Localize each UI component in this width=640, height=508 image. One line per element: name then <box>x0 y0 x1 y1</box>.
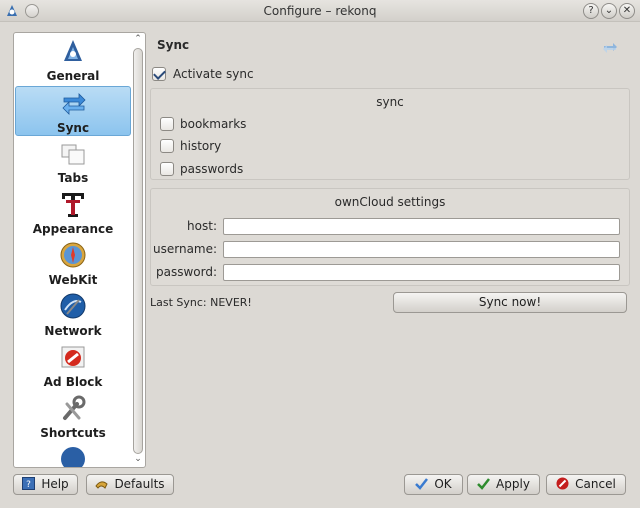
sidebar-item-label: Ad Block <box>43 375 103 389</box>
apply-button[interactable]: Apply <box>467 474 540 495</box>
apply-check-icon <box>477 478 491 490</box>
help-icon: ? <box>22 477 36 490</box>
sync-page-icon <box>603 43 617 53</box>
sidebar-item-general[interactable]: General <box>15 35 131 85</box>
sidebar-item-shortcuts[interactable]: Shortcuts <box>15 392 131 442</box>
defaults-icon <box>95 481 109 489</box>
password-label: password: <box>155 265 217 279</box>
scroll-up-icon[interactable]: ⌃ <box>132 34 144 46</box>
window-title: Configure – rekonq <box>263 4 377 18</box>
defaults-button[interactable]: Defaults <box>86 474 174 495</box>
sidebar-item-label: Appearance <box>32 222 114 236</box>
ok-check-icon <box>415 478 429 490</box>
help-title-button[interactable]: ? <box>583 3 599 19</box>
cancel-button-label: Cancel <box>575 477 616 491</box>
compass-icon <box>60 242 86 268</box>
cancel-button[interactable]: Cancel <box>546 474 626 495</box>
passwords-label: passwords <box>180 162 244 176</box>
scroll-down-icon[interactable]: ⌄ <box>132 454 144 466</box>
activate-sync-checkbox[interactable] <box>152 67 166 81</box>
sidebar-item-label: Shortcuts <box>40 426 106 440</box>
tools-icon <box>63 395 86 420</box>
settings-page-list[interactable]: General Sync Tabs Appearance WebKit Netw… <box>13 32 146 468</box>
ok-button-label: OK <box>434 477 452 491</box>
help-button-label: Help <box>41 477 69 491</box>
host-label: host: <box>187 219 217 233</box>
sidebar-item-webkit[interactable]: WebKit <box>15 239 131 289</box>
sidebar-item-sync[interactable]: Sync <box>15 86 131 136</box>
sidebar-item-tabs[interactable]: Tabs <box>15 137 131 187</box>
username-label: username: <box>153 242 218 256</box>
partial-globe-icon <box>61 447 85 467</box>
close-button[interactable]: ✕ <box>619 3 635 19</box>
passwords-checkbox[interactable] <box>160 162 174 176</box>
title-bar: Configure – rekonq ? ⌄ ✕ <box>0 0 640 22</box>
bookmarks-label: bookmarks <box>180 117 247 131</box>
apply-button-label: Apply <box>496 477 530 491</box>
tabs-icon <box>61 144 85 165</box>
activate-sync-label: Activate sync <box>173 67 254 81</box>
network-globe-icon <box>60 293 86 319</box>
help-button[interactable]: ? Help <box>13 474 78 495</box>
sidebar-item-label: WebKit <box>48 273 98 287</box>
sidebar-item-label: Tabs <box>57 171 89 185</box>
sidebar-item-label: General <box>46 69 100 83</box>
sync-arrows-icon <box>62 93 86 115</box>
defaults-button-label: Defaults <box>114 477 165 491</box>
owncloud-group-title: ownCloud settings <box>334 195 446 209</box>
ok-button[interactable]: OK <box>404 474 463 495</box>
sync-group-title: sync <box>376 95 404 109</box>
sidebar-item-network[interactable]: Network <box>15 290 131 340</box>
page-title: Sync <box>157 38 190 52</box>
password-input[interactable] <box>223 264 620 281</box>
sync-now-button[interactable]: Sync now! <box>393 292 627 313</box>
scrollbar-thumb[interactable] <box>133 48 143 454</box>
username-input[interactable] <box>223 241 620 258</box>
sidebar-item-appearance[interactable]: Appearance <box>15 188 131 238</box>
sidebar-scrollbar[interactable]: ⌃ ⌄ <box>132 34 144 466</box>
history-checkbox[interactable] <box>160 139 174 153</box>
sidebar-item-label: Sync <box>56 121 90 135</box>
svg-text:?: ? <box>26 480 31 490</box>
sidebar-item-label: Network <box>44 324 102 338</box>
cancel-icon <box>556 477 569 490</box>
history-label: history <box>180 139 222 153</box>
minimize-button[interactable]: ⌄ <box>601 3 617 19</box>
sidebar-item-adblock[interactable]: Ad Block <box>15 341 131 391</box>
rekonq-logo-icon <box>64 40 82 61</box>
font-t-icon <box>62 193 84 217</box>
last-sync-status: Last Sync: NEVER! <box>150 296 252 309</box>
host-input[interactable] <box>223 218 620 235</box>
bookmarks-checkbox[interactable] <box>160 117 174 131</box>
adblock-icon <box>61 346 85 368</box>
